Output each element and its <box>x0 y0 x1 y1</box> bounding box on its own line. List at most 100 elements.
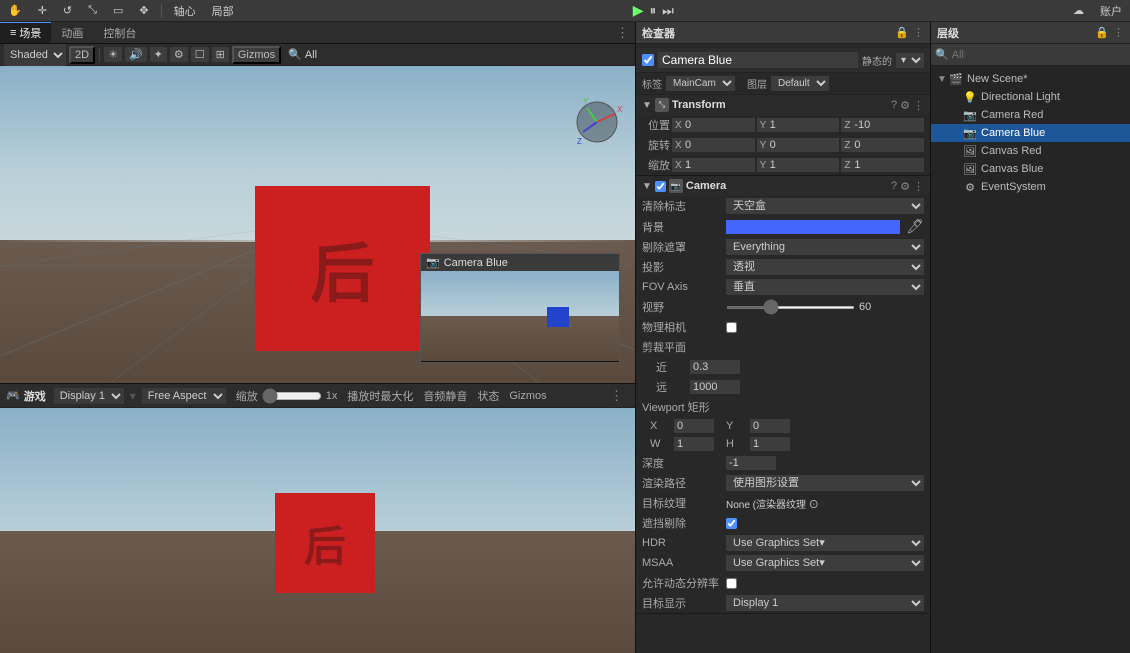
lock-icon[interactable]: 🔒 <box>895 26 909 39</box>
object-active-checkbox[interactable] <box>642 54 654 66</box>
hdr-select[interactable]: Use Graphics Set▾ <box>726 535 924 551</box>
near-input[interactable] <box>690 360 740 374</box>
rect-tool-icon[interactable]: ▭ <box>109 3 127 18</box>
transform-header[interactable]: ▼ ⤡ Transform ? ⚙ ⋮ <box>636 95 930 115</box>
camera-preview-title: Camera Blue <box>444 257 508 269</box>
bg-color-picker[interactable] <box>726 220 900 234</box>
camera-icon: 📷 <box>426 256 440 269</box>
scale-z-val[interactable]: 1 <box>854 159 921 171</box>
render-path-select[interactable]: 使用图形设置 <box>726 475 924 491</box>
hierarchy-lock-icon[interactable]: 🔒 <box>1095 26 1109 39</box>
collab-icon[interactable]: ☁ <box>1069 3 1088 18</box>
layer-select[interactable]: Default <box>771 76 829 91</box>
gizmos-label[interactable]: Gizmos <box>509 390 546 402</box>
dynamic-checkbox[interactable] <box>726 578 737 589</box>
tab-more-icon[interactable]: ⋮ <box>616 25 635 41</box>
rot-y-val[interactable]: 0 <box>770 139 837 151</box>
scene-more-icon[interactable]: ⊞ <box>212 47 229 62</box>
camera-header[interactable]: ▼ 📷 Camera ? ⚙ ⋮ <box>636 176 930 196</box>
rot-x-val[interactable]: 0 <box>685 139 752 151</box>
play-button[interactable]: ▶ <box>633 2 644 19</box>
scene-settings-icon[interactable]: ⚙ <box>170 47 188 62</box>
eyedropper-icon[interactable]: 🖊 <box>906 218 924 235</box>
scene-char: 后 <box>311 223 375 315</box>
vp-h-input[interactable] <box>750 437 790 451</box>
pos-x-val[interactable]: 0 <box>685 119 752 131</box>
camera-active-checkbox[interactable] <box>655 181 666 192</box>
msaa-select[interactable]: Use Graphics Set▾ <box>726 555 924 571</box>
fx-icon[interactable]: ✦ <box>150 47 167 62</box>
tab-anim[interactable]: 动画 <box>51 22 93 43</box>
vp-y-input[interactable] <box>750 419 790 433</box>
hier-search-input[interactable] <box>952 49 1126 61</box>
pause-button[interactable]: ⏸ <box>650 3 657 19</box>
pos-z-val[interactable]: -10 <box>854 119 921 131</box>
tab-scene[interactable]: ≡ 场景 <box>0 22 51 43</box>
hier-item-event-sys[interactable]: ⚙ EventSystem <box>931 178 1130 196</box>
max-label[interactable]: 播放时最大化 <box>347 388 413 404</box>
pivot-button[interactable]: 轴心 <box>170 2 200 20</box>
display-select-cam[interactable]: Display 1 <box>726 595 924 611</box>
depth-input[interactable] <box>726 456 776 470</box>
status-label[interactable]: 状态 <box>477 388 499 404</box>
camera-title: Camera <box>686 180 888 192</box>
scene-tool-icon[interactable]: ☐ <box>191 47 209 62</box>
scale-tool-icon[interactable]: ⤡ <box>84 3 101 18</box>
transform-more-icon[interactable]: ⋮ <box>913 99 924 112</box>
aspect-select[interactable]: Free Aspect <box>142 388 226 404</box>
hier-search-icon: 🔍 <box>935 48 949 61</box>
camera-more-icon[interactable]: ⋮ <box>913 180 924 193</box>
account-button[interactable]: 账户 <box>1096 2 1126 20</box>
inspector-more-icon[interactable]: ⋮ <box>913 26 924 39</box>
mute-label[interactable]: 音频静音 <box>423 388 467 404</box>
transform-settings-icon[interactable]: ⚙ <box>900 99 910 112</box>
gizmos-button[interactable]: Gizmos <box>232 46 281 64</box>
vp-w-input[interactable] <box>674 437 714 451</box>
tab-console[interactable]: 控制台 <box>93 22 146 43</box>
scale-slider[interactable] <box>262 388 322 404</box>
step-button[interactable]: ⏭ <box>662 3 674 19</box>
hand-tool-icon[interactable]: ✋ <box>4 3 26 18</box>
hier-item-cam-red[interactable]: 📷 Camera Red <box>931 106 1130 124</box>
rotate-tool-icon[interactable]: ↺ <box>59 3 76 18</box>
object-name-input[interactable] <box>658 52 858 68</box>
game-more-icon[interactable]: ⋮ <box>610 388 629 404</box>
scale-y-val[interactable]: 1 <box>770 159 837 171</box>
move-tool-icon[interactable]: ✛ <box>34 3 51 18</box>
hier-item-canvas-blue[interactable]: 🖼 Canvas Blue <box>931 160 1130 178</box>
display-select[interactable]: Display 1 <box>54 388 124 404</box>
scene-controls-bar: Shaded 2D ☀ 🔊 ✦ ⚙ ☐ ⊞ Gizmos 🔍 <box>0 44 635 66</box>
physical-checkbox[interactable] <box>726 322 737 333</box>
vp-x-input[interactable] <box>674 419 714 433</box>
scene-viewport[interactable]: 后 📷 Camera Blue X <box>0 66 635 383</box>
scale-x-val[interactable]: 1 <box>685 159 752 171</box>
rot-z-val[interactable]: 0 <box>854 139 921 151</box>
transform-tool-icon[interactable]: ✥ <box>135 3 152 18</box>
far-input[interactable] <box>690 380 740 394</box>
culling-select[interactable]: Everything <box>726 239 924 255</box>
2d-button[interactable]: 2D <box>69 46 95 64</box>
tag-select[interactable]: MainCam <box>666 76 735 91</box>
occlusion-checkbox[interactable] <box>726 518 737 529</box>
static-select[interactable]: ▾ <box>896 53 924 68</box>
camera-help-icon[interactable]: ? <box>891 180 897 193</box>
global-button[interactable]: 局部 <box>208 2 238 20</box>
fov-axis-select[interactable]: 垂直 <box>726 279 924 295</box>
camera-settings-icon[interactable]: ⚙ <box>900 180 910 193</box>
hier-item-cam-blue[interactable]: 📷 Camera Blue <box>931 124 1130 142</box>
clear-flags-select[interactable]: 天空盒 <box>726 198 924 214</box>
pos-y-val[interactable]: 1 <box>770 119 837 131</box>
scene-search-input[interactable] <box>305 49 355 61</box>
hierarchy-more-icon[interactable]: ⋮ <box>1113 26 1124 39</box>
cam-red-hier-icon: 📷 <box>963 108 977 122</box>
hier-item-dir-light[interactable]: 💡 Directional Light <box>931 88 1130 106</box>
hier-item-new-scene[interactable]: ▼ 🎬 New Scene* <box>931 70 1130 88</box>
hier-item-canvas-red[interactable]: 🖼 Canvas Red <box>931 142 1130 160</box>
light-icon[interactable]: ☀ <box>104 47 122 62</box>
transform-help-icon[interactable]: ? <box>891 99 897 112</box>
audio-icon[interactable]: 🔊 <box>125 47 147 62</box>
camera-preview: 📷 Camera Blue <box>420 253 620 363</box>
shaded-select[interactable]: Shaded <box>4 44 66 66</box>
proj-select[interactable]: 透视 <box>726 259 924 275</box>
fov-slider[interactable] <box>726 306 855 309</box>
